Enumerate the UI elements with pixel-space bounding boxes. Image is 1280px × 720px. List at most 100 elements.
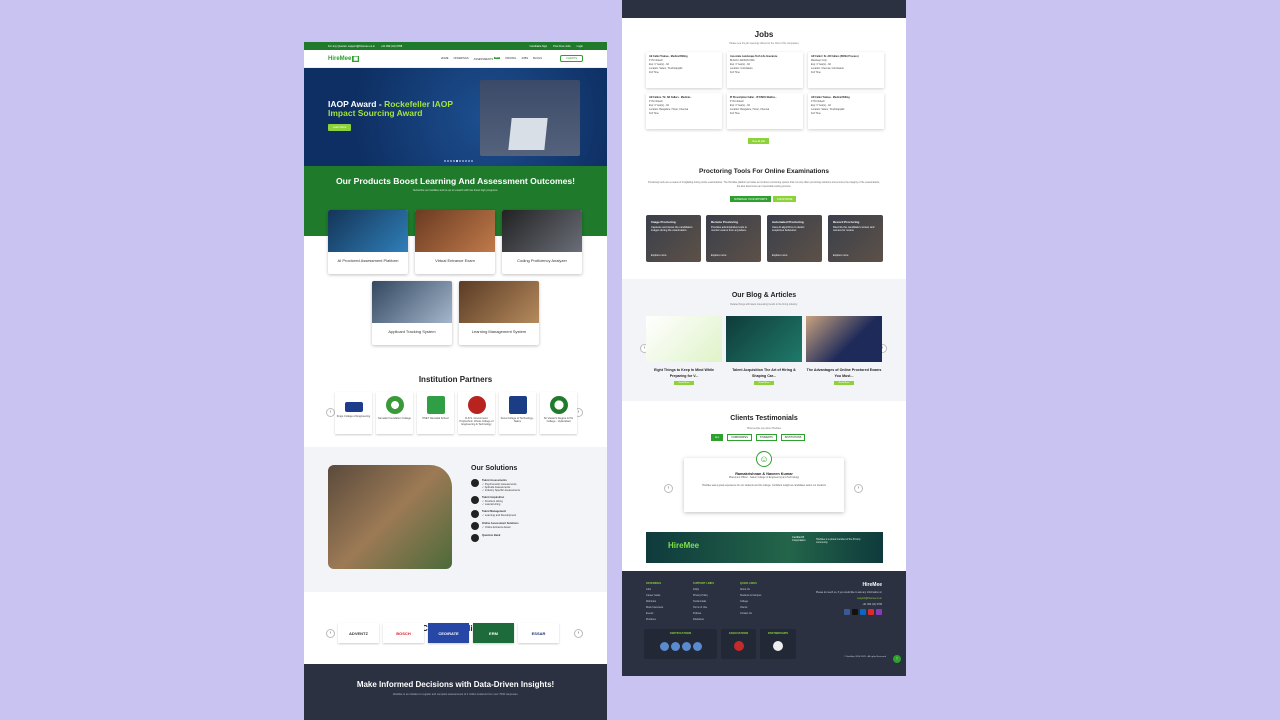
tab-institutions[interactable]: INSTITUTIONS	[780, 434, 806, 441]
nav-home[interactable]: HOME	[441, 57, 449, 61]
homepage-upper-section: For any Queries: support@hiremee.co.in +…	[304, 42, 607, 720]
footer-link[interactable]: College	[740, 600, 761, 603]
x-icon[interactable]	[852, 609, 858, 615]
corporate-next-arrow[interactable]: ›	[574, 629, 583, 638]
blog-card[interactable]: Talent Acquisition The Art of Hiring & S…	[726, 316, 802, 388]
read-more-button[interactable]: Read More	[674, 381, 694, 385]
site-footer: OFFERINGS Jobs Career Guide Webinars Mock In…	[622, 571, 906, 676]
client-logo[interactable]: BOSCH	[383, 623, 424, 643]
footer-link[interactable]: Contact Us	[740, 612, 761, 615]
footer-link[interactable]: Practices	[646, 618, 663, 621]
footer-email[interactable]: support@hiremee.co.in	[792, 597, 882, 600]
product-card-ai-proctored[interactable]: AI Proctored Assessment Platform	[328, 210, 408, 274]
facebook-icon[interactable]	[844, 609, 850, 615]
product-title: Coding Proficiency Analyzer	[517, 258, 567, 263]
footer-link[interactable]: About Us	[740, 588, 761, 591]
footer-link[interactable]: FAQs	[693, 588, 714, 591]
footer-link[interactable]: Clients	[740, 606, 761, 609]
footer-link[interactable]: Career Guide	[646, 594, 663, 597]
job-card[interactable]: AE Caller Trainee - Medical Billing FYN I…	[646, 52, 722, 88]
product-card-lms[interactable]: Learning Management System	[459, 281, 539, 345]
tool-explore-link[interactable]: Explore more	[833, 254, 848, 257]
footer-link[interactable]: Webinars	[646, 600, 663, 603]
support-email[interactable]: For any Queries: support@hiremee.co.in	[328, 45, 375, 48]
job-card[interactable]: AR Caller Trainee - Medical Billing FYN I…	[808, 93, 884, 129]
partner-card[interactable]: Sona College of Technology - Salem	[499, 392, 536, 434]
read-more-button[interactable]: Read More	[834, 381, 854, 385]
footer-link[interactable]: Jobs	[646, 588, 663, 591]
footer-phone[interactable]: +91 999 (44) 9788	[792, 603, 882, 606]
testimonial-next-arrow[interactable]: ›	[854, 484, 863, 493]
product-card-virtual-exam[interactable]: Virtual Entrance Exam	[415, 210, 495, 274]
blog-card[interactable]: Eight Things to Keep In Mind While Prepa…	[646, 316, 722, 388]
footer-link[interactable]: Policies	[693, 612, 714, 615]
client-logo[interactable]: CEO/RATE	[428, 623, 469, 643]
instagram-icon[interactable]	[876, 609, 882, 615]
carousel-dots[interactable]	[444, 160, 473, 162]
footer-link[interactable]: Testimonials	[693, 600, 714, 603]
tab-students[interactable]: STUDENTS	[755, 434, 777, 441]
solution-item[interactable]: Talent Assessments ✓ Psychometric Assessm…	[471, 479, 591, 492]
footer-link[interactable]: Terms of Use	[693, 606, 714, 609]
bcorp-banner[interactable]: HireMee Certified B Corporation HireMee …	[646, 532, 883, 563]
partner-card[interactable]: Kings College of Engineering	[335, 392, 372, 434]
footer-logo[interactable]: HireMee	[792, 582, 882, 588]
login-link[interactable]: Login	[577, 45, 583, 48]
hero-learn-more-button[interactable]: Learn More	[328, 124, 352, 131]
tool-card-automated[interactable]: Automated Proctoring Uses AI algorithms t…	[767, 215, 822, 262]
job-card[interactable]: AR Callers / Sr. AR Callers - Medical...…	[646, 93, 722, 129]
footer-link[interactable]: Mock Interviews	[646, 606, 663, 609]
job-card[interactable]: IP Prescription Caller - IP KSKK Medica.…	[727, 93, 803, 129]
tool-explore-link[interactable]: Explore more	[772, 254, 787, 257]
post-job-link[interactable]: Post Free Jobs	[553, 45, 570, 48]
nav-assessments[interactable]: ASSESSMENTS NEW	[474, 56, 501, 60]
nav-pricing[interactable]: PRICING	[505, 57, 516, 61]
tool-explore-link[interactable]: Explore more	[711, 254, 726, 257]
hiremee-logo[interactable]: HireMee ▦	[328, 55, 360, 62]
tool-card-remote[interactable]: Remote Proctoring Provides administrative…	[706, 215, 761, 262]
product-card-ats[interactable]: Applicant Tracking System	[372, 281, 452, 345]
client-logo[interactable]: ESSAR	[518, 623, 559, 643]
footer-link[interactable]: Privacy Policy	[693, 594, 714, 597]
solution-item[interactable]: Talent Management ✓ Learning and Developm…	[471, 510, 591, 518]
nav-jobs[interactable]: JOBS	[521, 57, 528, 61]
testimonial-prev-arrow[interactable]: ‹	[664, 484, 673, 493]
partners-prev-arrow[interactable]: ‹	[326, 408, 335, 417]
know-more-button[interactable]: KNOW MORE	[773, 196, 797, 202]
tab-all[interactable]: ALL	[711, 434, 724, 441]
client-logo[interactable]: ERM	[473, 623, 514, 643]
footer-link[interactable]: Events	[646, 612, 663, 615]
tab-corporates[interactable]: CORPORATES	[727, 434, 752, 441]
partner-card[interactable]: PSET Namakal School	[417, 392, 454, 434]
view-all-jobs-button[interactable]: View all jobs	[748, 138, 770, 144]
tool-explore-link[interactable]: Explore more	[651, 254, 666, 257]
linkedin-icon[interactable]	[860, 609, 866, 615]
corporate-prev-arrow[interactable]: ‹	[326, 629, 335, 638]
support-phone[interactable]: +91 999 (44) 9788	[381, 45, 402, 48]
nav-offerings[interactable]: OFFERINGS	[453, 57, 468, 61]
youtube-icon[interactable]	[868, 609, 874, 615]
job-card[interactable]: AR Caller / Sr. AR Callers (BCNA Process…	[808, 52, 884, 88]
clients-button[interactable]: CLIENTS	[560, 55, 583, 62]
solution-icon	[471, 496, 479, 504]
product-card-coding[interactable]: Coding Proficiency Analyzer	[502, 210, 582, 274]
candidate-signin-link[interactable]: Candidate Sign	[529, 45, 547, 48]
tool-card-record[interactable]: Record Proctoring Records the candidate's…	[828, 215, 883, 262]
scroll-top-icon[interactable]: ↑	[893, 655, 901, 663]
blog-card[interactable]: The Advantages of Online Proctored Exams…	[806, 316, 882, 388]
partner-card[interactable]: Kamalar Foundation College	[376, 392, 413, 434]
solution-item[interactable]: Question Bank	[471, 534, 591, 542]
tool-card-image[interactable]: Image Proctoring Captures and stores the …	[646, 215, 701, 262]
solution-item[interactable]: Talent Acquisition ✓ Freshers Hiring ✓ Lat…	[471, 496, 591, 506]
schedule-button[interactable]: SCHEDULE YOUR APPOINTS	[730, 196, 772, 202]
read-more-button[interactable]: Read More	[754, 381, 774, 385]
solution-item[interactable]: Online Assessment Solutions ✓ Online Entr…	[471, 522, 591, 530]
client-logo[interactable]: ADVENTZ	[338, 623, 379, 643]
job-card[interactable]: Associate Landscape Tech Life Insurance B…	[727, 52, 803, 88]
partner-card[interactable]: Sri Vasavi's Degree & PG College - Hyder…	[540, 392, 577, 434]
partner-card[interactable]: R.D.S. Government Polytechnic, Dhule Col…	[458, 392, 495, 434]
nav-blogs[interactable]: BLOGS	[533, 57, 542, 61]
footer-link[interactable]: Students & Campus	[740, 594, 761, 597]
testimonials-subtitle: What people say about HireMee	[746, 427, 782, 430]
footer-link[interactable]: Disclaimer	[693, 618, 714, 621]
